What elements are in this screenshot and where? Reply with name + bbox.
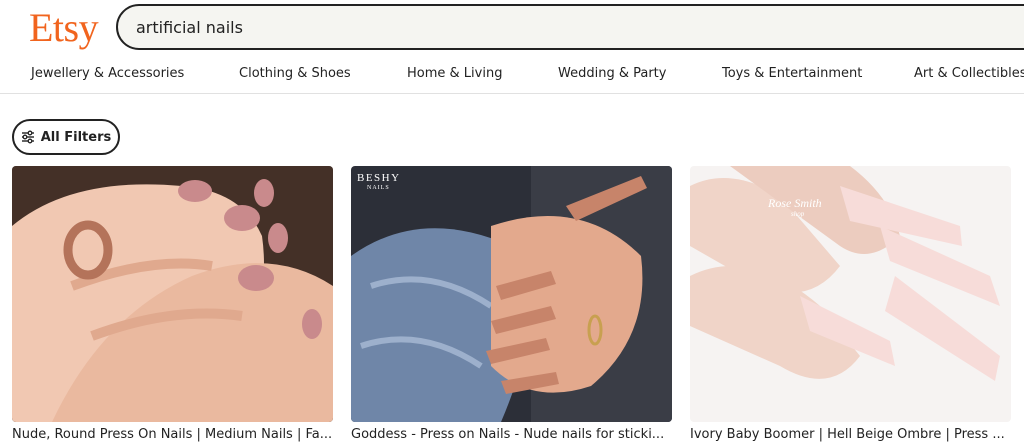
- listing-card[interactable]: BESHY NAILS Goddess - Press on Nails - N…: [351, 166, 672, 442]
- sliders-icon: [21, 130, 34, 144]
- listing-image[interactable]: Rose Smith shop: [690, 166, 1011, 422]
- listing-card[interactable]: Nude, Round Press On Nails | Medium Nail…: [12, 166, 333, 442]
- listing-card[interactable]: Rose Smith shop Ivory Baby Boomer | Hell…: [690, 166, 1011, 442]
- listing-title[interactable]: Goddess - Press on Nails - Nude nails fo…: [351, 427, 672, 442]
- all-filters-button[interactable]: All Filters: [12, 119, 120, 155]
- brand-watermark-sub: shop: [791, 210, 805, 218]
- header: Etsy: [0, 0, 1024, 56]
- etsy-logo[interactable]: Etsy: [29, 4, 99, 52]
- brand-watermark-sub: NAILS: [367, 185, 390, 191]
- listing-image[interactable]: BESHY NAILS: [351, 166, 672, 422]
- all-filters-label: All Filters: [40, 129, 112, 145]
- category-toys[interactable]: Toys & Entertainment: [722, 66, 862, 81]
- category-art[interactable]: Art & Collectibles: [914, 66, 1024, 81]
- listing-image[interactable]: [12, 166, 333, 422]
- category-clothing[interactable]: Clothing & Shoes: [239, 66, 351, 81]
- category-wedding[interactable]: Wedding & Party: [558, 66, 666, 81]
- listing-title[interactable]: Ivory Baby Boomer | Hell Beige Ombre | P…: [690, 427, 1011, 442]
- brand-watermark: BESHY: [357, 172, 401, 184]
- listing-title[interactable]: Nude, Round Press On Nails | Medium Nail…: [12, 427, 333, 442]
- brand-watermark: Rose Smith: [768, 196, 822, 210]
- category-jewellery[interactable]: Jewellery & Accessories: [31, 66, 184, 81]
- category-nav: Jewellery & Accessories Clothing & Shoes…: [0, 58, 1024, 94]
- category-home[interactable]: Home & Living: [407, 66, 502, 81]
- search-bar[interactable]: [116, 4, 1024, 50]
- search-input[interactable]: [136, 6, 1016, 48]
